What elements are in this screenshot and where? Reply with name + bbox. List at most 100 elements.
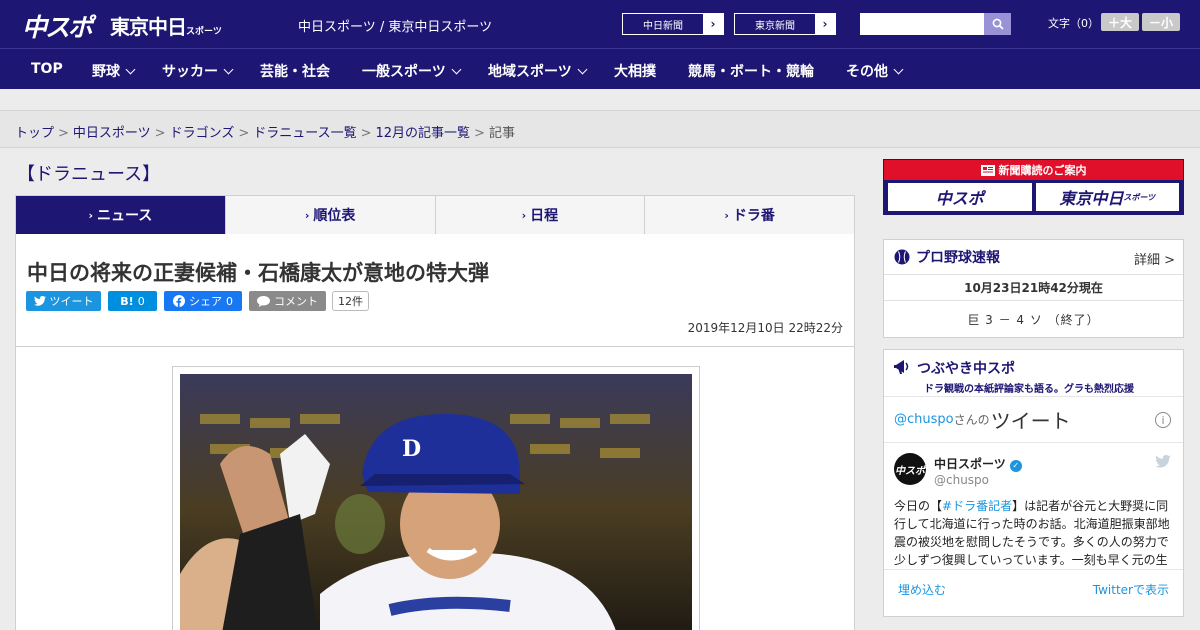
- section-title: 【ドラニュース】: [17, 164, 161, 185]
- font-larger-button[interactable]: ＋大: [1101, 13, 1139, 31]
- chevron-down-icon: [223, 64, 234, 75]
- verified-badge-icon: ✓: [1009, 460, 1022, 472]
- embed-link[interactable]: 埋め込む: [898, 581, 946, 598]
- hatena-count: 0: [137, 294, 145, 308]
- chevron-right-icon: ›: [88, 208, 93, 222]
- divider: [16, 346, 854, 347]
- twitter-bird-icon: [33, 296, 46, 306]
- subscription-promo[interactable]: 新聞購読のご案内 中スポ 東京中日 スポーツ: [883, 159, 1184, 215]
- score-result[interactable]: 巨 3 － 4 ソ （終了）: [884, 300, 1183, 338]
- search-button[interactable]: [984, 13, 1011, 35]
- tab-standings[interactable]: › 順位表: [224, 196, 435, 234]
- twitter-bird-icon[interactable]: [1155, 455, 1171, 468]
- dragons-tabs: › ニュース › 順位表 › 日程 › ドラ番: [15, 195, 855, 241]
- facebook-share-button[interactable]: シェア 0: [164, 291, 242, 311]
- hatena-icon: B!: [120, 294, 134, 308]
- comment-count-badge[interactable]: 12件: [332, 291, 369, 311]
- article-headline: 中日の将来の正妻候補・石橋康太が意地の特大弾: [27, 261, 489, 285]
- promo-logos: 中スポ 東京中日 スポーツ: [884, 180, 1183, 214]
- nav-item-sumo[interactable]: 大相撲: [614, 61, 656, 81]
- nav-item-soccer[interactable]: サッカー: [162, 61, 234, 81]
- chevron-down-icon: [577, 64, 588, 75]
- breadcrumb: トップ > 中日スポーツ > ドラゴンズ > ドラニュース一覧 >12月の記事一覧 > 記事: [15, 122, 515, 141]
- facebook-icon: [173, 295, 185, 307]
- nav-label: その他: [846, 64, 888, 80]
- tweet-author-name[interactable]: 中日スポーツ ✓: [934, 455, 1022, 472]
- tab-label: 日程: [530, 208, 559, 224]
- tweet-text-before: 今日の【: [894, 499, 943, 513]
- site-title[interactable]: 中日スポーツ / 東京中日スポーツ: [298, 16, 492, 35]
- comment-button[interactable]: コメント: [249, 291, 326, 311]
- timeline-handle[interactable]: @chuspo: [894, 412, 954, 427]
- promo-header: 新聞購読のご案内: [884, 160, 1183, 180]
- svg-text:D: D: [402, 436, 421, 462]
- article-photo[interactable]: D: [180, 374, 692, 630]
- tokyo-logo-text: 東京中日: [110, 15, 187, 39]
- breadcrumb-link-news-list[interactable]: ドラニュース一覧: [253, 126, 356, 141]
- breadcrumb-separator: >: [360, 126, 372, 141]
- timeline-word: ツイート: [990, 409, 1071, 433]
- speech-bubble-icon: [257, 295, 270, 307]
- tab-schedule[interactable]: › 日程: [434, 196, 645, 234]
- tokyo-logo-small: スポーツ: [186, 27, 222, 37]
- breadcrumb-link-chuspo[interactable]: 中日スポーツ: [73, 126, 151, 141]
- breadcrumb-band: トップ > 中日スポーツ > ドラゴンズ > ドラニュース一覧 >12月の記事一覧 > 記事: [0, 110, 1200, 148]
- tweet-item[interactable]: 中スポ 中日スポーツ ✓ @chuspo 今日の【#ドラ番記者】は記者が谷元と大野…: [884, 442, 1183, 569]
- nav-item-top[interactable]: TOP: [31, 61, 63, 77]
- promo-logo-text: 東京中日: [1059, 189, 1124, 208]
- view-on-twitter-link[interactable]: Twitterで表示: [1093, 581, 1169, 598]
- score-detail-link[interactable]: 詳細 >: [1134, 249, 1175, 268]
- breadcrumb-link-top[interactable]: トップ: [15, 126, 54, 141]
- tweet-author-handle[interactable]: @chuspo: [934, 473, 989, 487]
- breadcrumb-link-december[interactable]: 12月の記事一覧: [376, 126, 471, 141]
- facebook-count: 0: [226, 294, 233, 308]
- tweet-button[interactable]: ツイート: [26, 291, 101, 311]
- tweet-hashtag[interactable]: #ドラ番記者: [942, 499, 1012, 513]
- nav-item-baseball[interactable]: 野球: [92, 61, 136, 81]
- hatena-bookmark-button[interactable]: B! 0: [108, 291, 157, 311]
- tokyo-shimbun-link[interactable]: 東京新聞 ›: [734, 13, 836, 35]
- chevron-right-icon: ›: [304, 208, 310, 222]
- ext-link-label: 中日新聞: [643, 20, 683, 32]
- tokyo-chunichi-logo[interactable]: 東京中日スポーツ: [110, 11, 222, 40]
- twitter-box-header: つぶやき中スポ ドラ観戦の本紙評論家も語る。グラも熱烈応援: [884, 350, 1183, 396]
- baseball-score-box: プロ野球速報 詳細 > 10月23日21時42分現在 巨 3 － 4 ソ （終了…: [883, 239, 1184, 338]
- nav-item-other[interactable]: その他: [846, 61, 904, 81]
- nav-item-racing[interactable]: 競馬・ボート・競輪: [688, 61, 814, 81]
- tab-label: 順位表: [313, 208, 356, 224]
- promo-title: 新聞購読のご案内: [998, 164, 1087, 177]
- breadcrumb-link-dragons[interactable]: ドラゴンズ: [170, 126, 235, 141]
- timeline-handle-suffix: さんの: [953, 413, 990, 427]
- breadcrumb-current: 記事: [488, 126, 515, 141]
- nav-item-local-sports[interactable]: 地域スポーツ: [488, 61, 588, 81]
- breadcrumb-separator: >: [58, 126, 69, 141]
- search-input[interactable]: [860, 13, 984, 35]
- font-smaller-button[interactable]: －小: [1142, 13, 1180, 31]
- score-box-header: プロ野球速報 詳細 >: [884, 240, 1183, 274]
- player-photo-illustration: D: [180, 374, 692, 630]
- nav-label: 大相撲: [614, 64, 656, 80]
- score-box-title: プロ野球速報: [916, 250, 1000, 266]
- main-nav: TOP 野球 サッカー 芸能・社会 一般スポーツ 地域スポーツ 大相撲 競馬・ボ…: [0, 48, 1200, 89]
- tab-news[interactable]: › ニュース: [16, 196, 225, 241]
- nav-label: 競馬・ボート・競輪: [688, 64, 814, 80]
- tab-label: ニュース: [96, 208, 153, 224]
- top-header: 中スポ 東京中日スポーツ 中日スポーツ / 東京中日スポーツ 中日新聞 › 東京…: [0, 0, 1200, 48]
- avatar[interactable]: 中スポ: [894, 453, 926, 485]
- info-icon[interactable]: i: [1155, 412, 1171, 428]
- chevron-right-icon: ›: [703, 14, 723, 34]
- tab-dragons-reporter[interactable]: › ドラ番: [644, 196, 854, 234]
- newspaper-icon: [980, 164, 995, 176]
- promo-logo-chuspo[interactable]: 中スポ: [888, 183, 1032, 211]
- chunichi-shimbun-link[interactable]: 中日新聞 ›: [622, 13, 724, 35]
- chevron-down-icon: [125, 64, 136, 75]
- promo-logo-tokyo-chunichi[interactable]: 東京中日 スポーツ: [1035, 183, 1179, 211]
- nav-label: 一般スポーツ: [362, 64, 446, 80]
- tweet-text: 今日の【#ドラ番記者】は記者が谷元と大野奨に同行して北海道に行った時のお話。北海…: [894, 497, 1174, 569]
- article-date: 2019年12月10日 22時22分: [687, 321, 843, 335]
- tweet-author-name-text: 中日スポーツ: [934, 457, 1006, 471]
- nav-item-entertainment[interactable]: 芸能・社会: [260, 61, 330, 81]
- nav-item-general-sports[interactable]: 一般スポーツ: [362, 61, 462, 81]
- comment-label: コメント: [274, 295, 318, 308]
- chuspo-logo[interactable]: 中スポ: [22, 8, 93, 44]
